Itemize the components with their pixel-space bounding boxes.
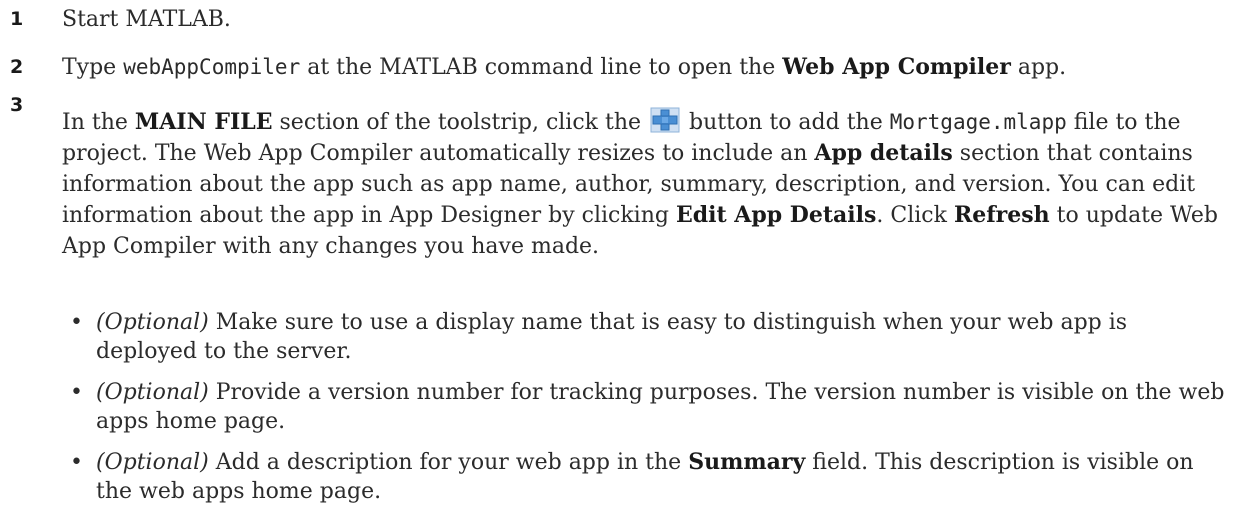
list-item-text: Make sure to use a display name that is …: [96, 310, 1128, 364]
optional-label: (Optional): [96, 450, 209, 475]
section-name: MAIN FILE: [134, 109, 273, 135]
step-text: Start MATLAB.: [62, 4, 1232, 35]
app-name: Web App Compiler: [782, 54, 1011, 80]
optional-list: • (Optional) Make sure to use a display …: [70, 308, 1230, 518]
step-text: Type webAppCompiler at the MATLAB comman…: [62, 52, 1232, 83]
text-run: at the MATLAB command line to open the: [300, 55, 783, 80]
bullet-icon: •: [70, 310, 83, 335]
bullet-icon: •: [70, 380, 83, 405]
edit-app-details-label: Edit App Details: [675, 202, 877, 228]
text-run: app.: [1010, 55, 1067, 80]
summary-field-label: Summary: [688, 449, 806, 475]
section-app-details: App details: [814, 140, 953, 166]
step-number: 2: [10, 56, 24, 78]
list-item: • (Optional) Make sure to use a display …: [70, 308, 1230, 366]
list-item: • (Optional) Provide a version number fo…: [70, 378, 1230, 436]
refresh-label: Refresh: [953, 202, 1050, 228]
text-run: section of the toolstrip, click the: [272, 110, 649, 135]
bullet-icon: •: [70, 450, 83, 475]
text-run: Type: [62, 55, 124, 80]
step-number: 1: [10, 8, 24, 30]
text-run: . Click: [876, 203, 954, 228]
optional-label: (Optional): [96, 310, 209, 335]
step-number: 3: [10, 94, 24, 116]
optional-label: (Optional): [96, 380, 209, 405]
step-1-text: Start MATLAB.: [62, 7, 231, 32]
text-run: button to add the: [682, 110, 890, 135]
add-file-plus-icon: [650, 107, 680, 133]
text-run: In the: [62, 110, 135, 135]
file-name: Mortgage.mlapp: [889, 110, 1067, 134]
code-command: webAppCompiler: [123, 55, 301, 79]
list-item-text: Add a description for your web app in th…: [208, 450, 689, 475]
step-text: In the MAIN FILE section of the toolstri…: [62, 107, 1232, 262]
list-item-text: Provide a version number for tracking pu…: [96, 380, 1225, 434]
list-item: • (Optional) Add a description for your …: [70, 448, 1230, 506]
